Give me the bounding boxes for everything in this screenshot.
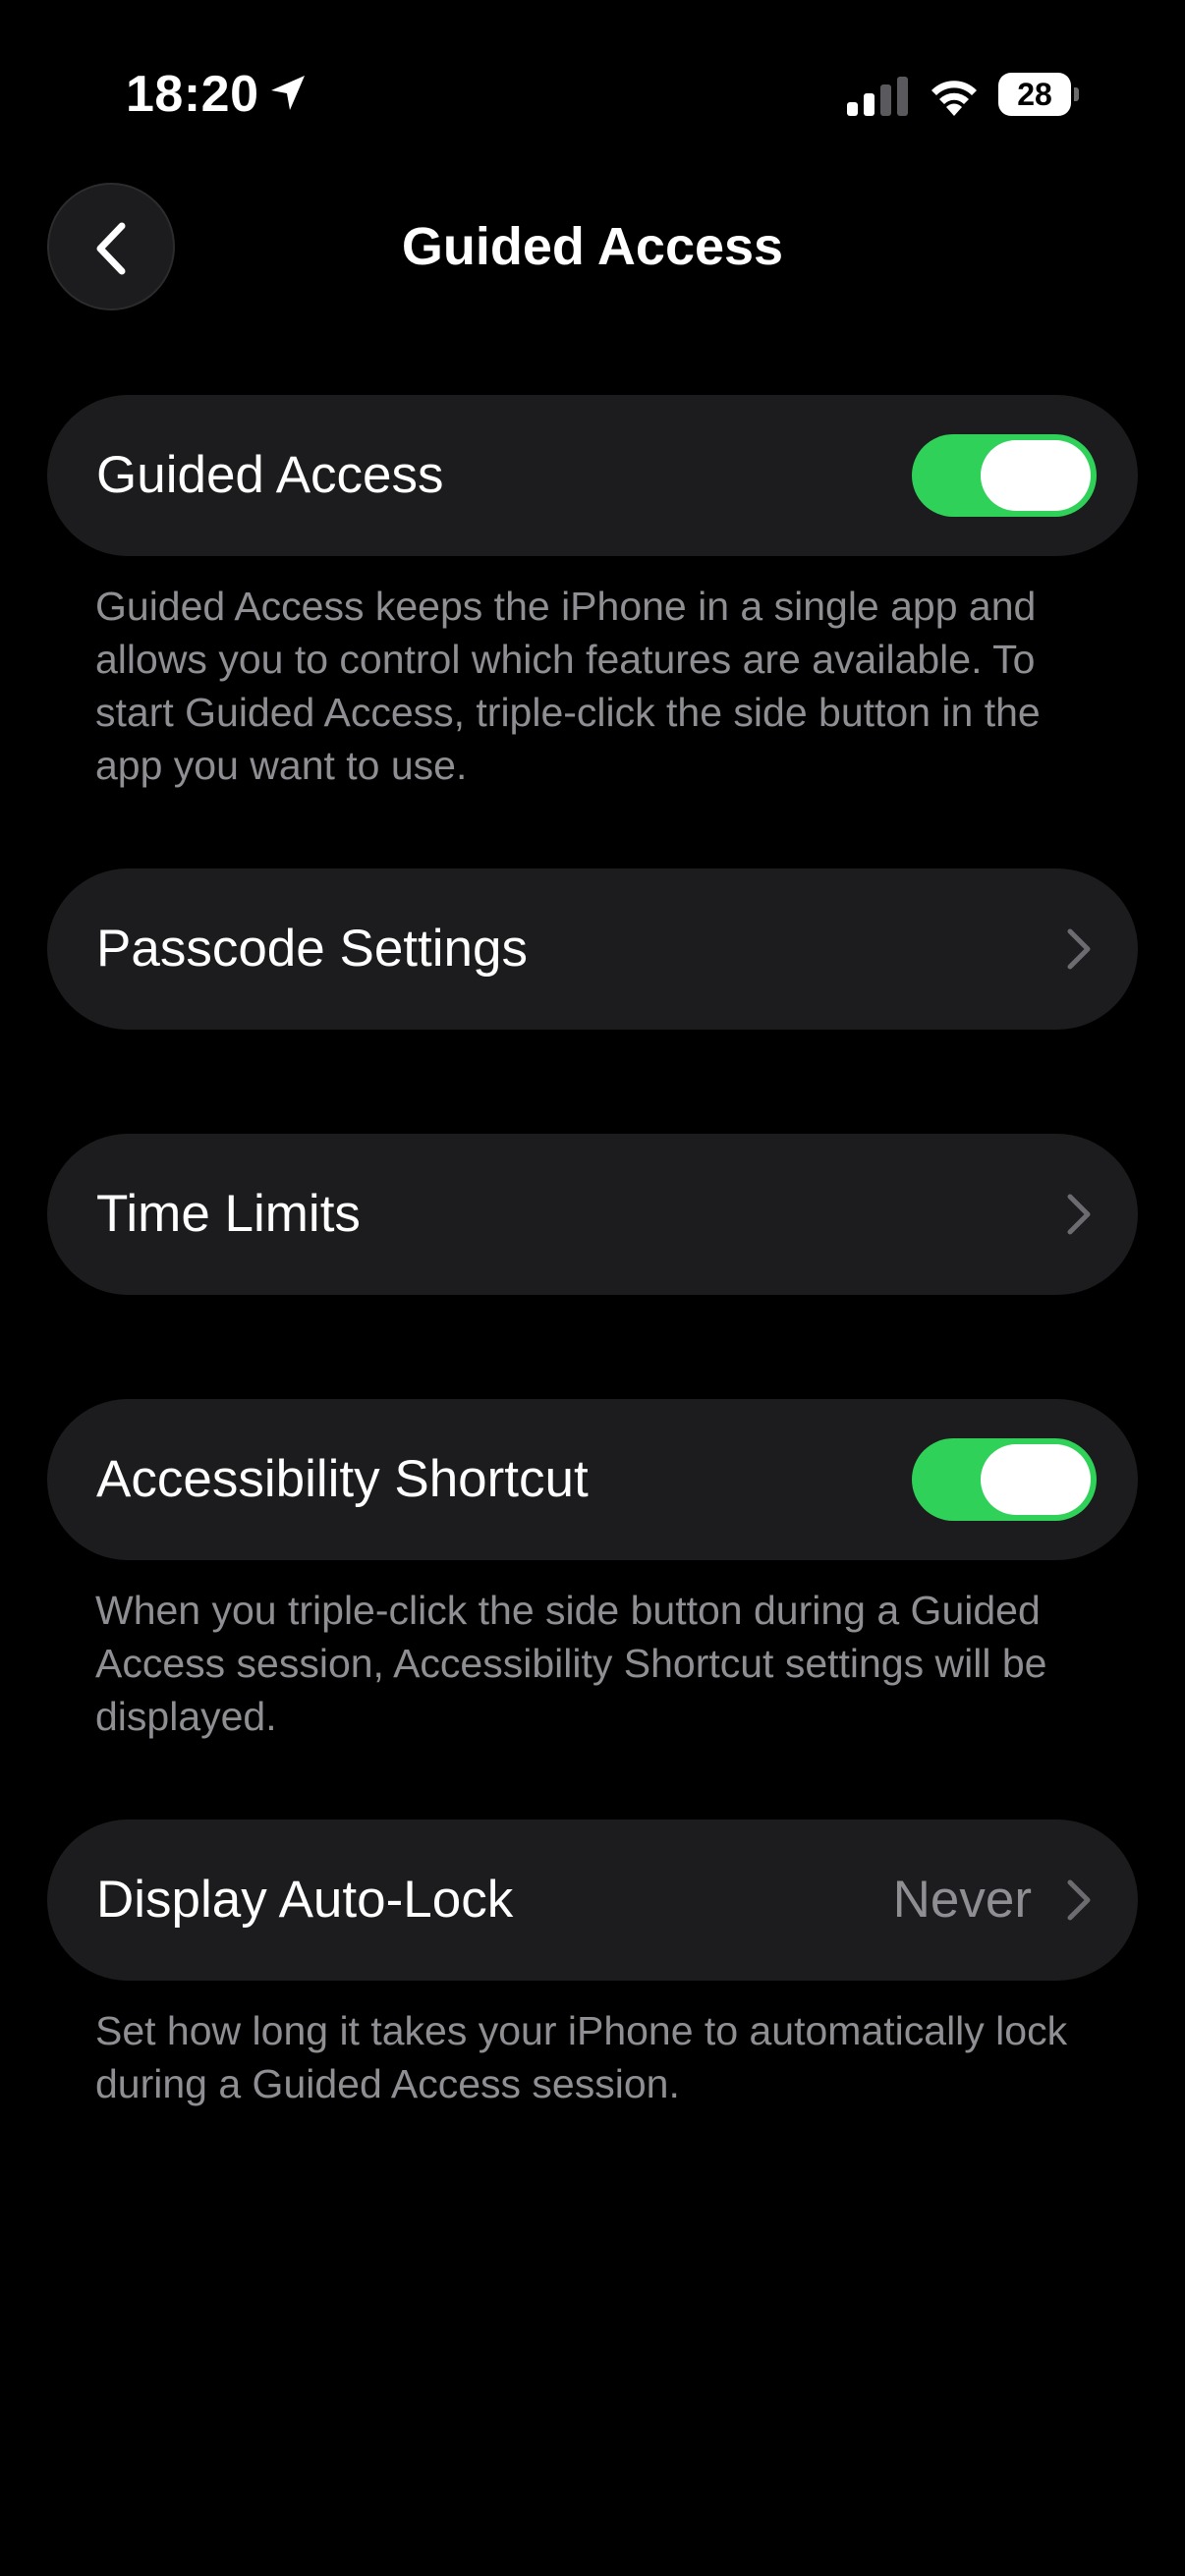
guided-access-row[interactable]: Guided Access [47,395,1138,556]
battery-cap [1074,87,1079,101]
guided-access-toggle[interactable] [912,434,1097,517]
display-auto-lock-footer: Set how long it takes your iPhone to aut… [95,2008,1068,2106]
accessibility-shortcut-label: Accessibility Shortcut [96,1450,589,1508]
guided-access-label: Guided Access [96,446,444,504]
passcode-settings-label: Passcode Settings [96,920,528,978]
accessibility-shortcut-row[interactable]: Accessibility Shortcut [47,1399,1138,1560]
cellular-signal-icon [847,77,908,116]
display-auto-lock-row[interactable]: Display Auto-Lock Never [47,1820,1138,1981]
wifi-icon [931,81,977,116]
location-arrow-icon [271,76,305,110]
chevron-right-icon [1067,1879,1091,1921]
battery-level: 28 [1017,77,1052,112]
status-time: 18:20 [126,66,259,123]
accessibility-shortcut-footer: When you triple-click the side button du… [95,1588,1047,1739]
toggle-knob [981,440,1091,511]
time-limits-label: Time Limits [96,1185,361,1243]
display-auto-lock-label: Display Auto-Lock [96,1871,514,1929]
chevron-right-icon [1067,928,1091,970]
time-limits-row[interactable]: Time Limits [47,1134,1138,1295]
chevron-right-icon [1067,1194,1091,1235]
guided-access-footer: Guided Access keeps the iPhone in a sing… [95,584,1041,788]
accessibility-shortcut-toggle[interactable] [912,1438,1097,1521]
page-title: Guided Access [401,217,784,276]
passcode-settings-row[interactable]: Passcode Settings [47,868,1138,1030]
battery-icon: 28 [998,73,1079,116]
status-bar: 18:20 28 [0,0,1185,196]
toggle-knob [981,1444,1091,1515]
display-auto-lock-value: Never [892,1871,1032,1929]
